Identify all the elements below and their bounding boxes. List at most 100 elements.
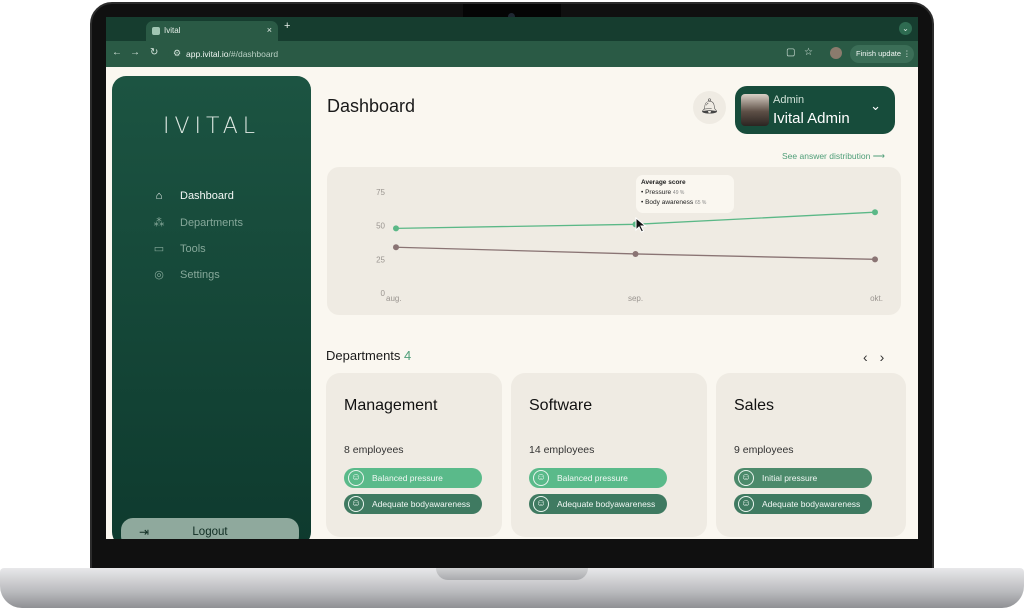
status-badge: ☺ Balanced pressure — [344, 468, 482, 488]
status-label: Adequate bodyawareness — [762, 499, 861, 509]
tab-title: Ivital — [164, 26, 181, 35]
page-title: Dashboard — [327, 96, 416, 116]
browser-tabbar: Ivital × + ⌄ — [106, 17, 918, 41]
home-icon: ⌂ — [155, 190, 163, 202]
status-badge: ☺ Balanced pressure — [529, 468, 667, 488]
favicon-icon — [152, 27, 160, 35]
url-path: /#/dashboard — [228, 49, 279, 59]
back-icon[interactable]: ← — [112, 47, 122, 58]
y-tick-label: 25 — [376, 255, 385, 264]
department-card[interactable]: Sales 9 employees ☺ Initial pressure ☺ Ade… — [716, 373, 906, 537]
mouse-cursor-icon — [635, 217, 647, 233]
user-role: Admin — [773, 94, 805, 106]
departments-icon: ⁂ — [153, 217, 165, 229]
browser-toolbar: ← → ↻ ⚙ app.ivital.io/#/dashboard ▢ ☆ Fi… — [106, 41, 918, 67]
sidebar-item-departments[interactable]: ⁂ Departments — [152, 216, 243, 232]
sidebar-item-label: Tools — [180, 243, 206, 255]
app: IVITAL ⌂ Dashboard ⁂ Departments ▭ Tools ◎ S… — [106, 67, 918, 539]
tooltip-label: Pressure — [645, 189, 672, 196]
settings-icon: ◎ — [154, 269, 164, 281]
ivital-logo: IVITAL — [162, 114, 261, 139]
user-menu[interactable]: Admin Ivital Admin ⌄ — [735, 86, 895, 134]
smiley-icon: ☺ — [348, 496, 364, 512]
new-tab-button[interactable]: + — [284, 20, 290, 32]
reload-icon[interactable]: ↻ — [150, 47, 158, 58]
chart-svg: 0 25 50 75 aug. sep. okt. — [376, 188, 883, 303]
logout-label: Logout — [192, 526, 228, 538]
y-tick-label: 0 — [381, 289, 386, 298]
bookmark-star-icon[interactable]: ☆ — [804, 47, 813, 58]
smiley-icon: ☺ — [738, 470, 754, 486]
status-badge: ☺ Adequate bodyawareness — [734, 494, 872, 514]
avatar — [741, 94, 769, 126]
sidebar-item-label: Dashboard — [180, 190, 234, 202]
tooltip-label: Body awareness — [645, 199, 694, 206]
data-point — [872, 256, 878, 263]
tooltip-row: • Pressure 49 % — [641, 189, 685, 196]
department-name: Management — [344, 397, 438, 414]
employee-count: 14 employees — [529, 444, 595, 456]
smiley-icon: ☺ — [533, 470, 549, 486]
tab-close-icon[interactable]: × — [267, 25, 272, 35]
laptop-lip — [436, 568, 588, 580]
sidebar-item-dashboard[interactable]: ⌂ Dashboard — [152, 190, 234, 206]
cast-icon[interactable]: ▢ — [786, 47, 795, 58]
status-label: Balanced pressure — [372, 473, 443, 483]
status-badge: ☺ Adequate bodyawareness — [344, 494, 482, 514]
sidebar-item-tools[interactable]: ▭ Tools — [152, 242, 206, 258]
answer-distribution-link[interactable]: See answer distribution ⟶ — [782, 151, 885, 162]
carousel-nav: ‹ › — [863, 349, 896, 365]
department-card[interactable]: Software 14 employees ☺ Balanced pressure… — [511, 373, 707, 537]
smiley-icon: ☺ — [348, 470, 364, 486]
tooltip-value: 65 % — [694, 200, 707, 206]
tools-icon: ▭ — [153, 243, 165, 255]
sidebar-item-label: Departments — [180, 217, 243, 229]
logout-button[interactable]: ⇥ Logout — [121, 518, 299, 539]
departments-count: 4 — [404, 348, 412, 363]
finish-update-button[interactable]: Finish update ⋮ — [850, 45, 914, 63]
user-name: Ivital Admin — [773, 110, 850, 127]
sidebar: IVITAL ⌂ Dashboard ⁂ Departments ▭ Tools ◎ S… — [112, 76, 311, 539]
status-label: Initial pressure — [762, 473, 818, 483]
laptop-frame: Ivital × + ⌄ ← → ↻ ⚙ app.ivital.io/#/das… — [0, 0, 1024, 610]
notification-bell-icon[interactable]: 🔔︎ — [693, 91, 726, 124]
answer-distribution-label: See answer distribution — [782, 151, 871, 161]
tooltip-row: • Body awareness 65 % — [641, 199, 707, 206]
departments-title: Departments — [326, 348, 401, 363]
data-point — [393, 244, 399, 251]
screen: Ivital × + ⌄ ← → ↻ ⚙ app.ivital.io/#/das… — [106, 17, 918, 539]
employee-count: 9 employees — [734, 444, 794, 456]
data-point — [632, 250, 639, 257]
x-tick-label: sep. — [628, 294, 643, 303]
department-card[interactable]: Management 8 employees ☺ Balanced pressur… — [326, 373, 502, 537]
chevron-down-icon: ⌄ — [870, 98, 881, 113]
profile-avatar-icon[interactable] — [830, 47, 842, 59]
address-bar[interactable]: ⚙ app.ivital.io/#/dashboard — [168, 45, 808, 63]
finish-update-label: Finish update — [856, 49, 902, 58]
tooltip-value: 49 % — [672, 190, 685, 196]
browser-tab[interactable]: Ivital × — [146, 21, 278, 41]
site-info-icon[interactable]: ⚙ — [173, 48, 181, 59]
smiley-icon: ☺ — [533, 496, 549, 512]
smiley-icon: ☺ — [738, 496, 754, 512]
department-name: Software — [529, 397, 593, 414]
x-tick-label: okt. — [870, 294, 883, 303]
employee-count: 8 employees — [344, 444, 404, 456]
chevron-left-icon[interactable]: ‹ — [863, 349, 868, 365]
chevron-right-icon[interactable]: › — [880, 349, 885, 365]
data-point — [872, 209, 878, 216]
status-label: Balanced pressure — [557, 473, 628, 483]
y-tick-label: 75 — [376, 188, 385, 197]
tooltip-title: Average score — [641, 179, 686, 186]
data-point — [393, 225, 399, 232]
departments-heading: Departments 4 — [326, 348, 411, 363]
status-badge: ☺ Initial pressure — [734, 468, 872, 488]
sidebar-item-label: Settings — [180, 269, 220, 281]
status-label: Adequate bodyawareness — [557, 499, 656, 509]
url-host: app.ivital.io — [186, 49, 229, 59]
x-tick-label: aug. — [386, 294, 402, 303]
sidebar-item-settings[interactable]: ◎ Settings — [152, 268, 220, 284]
status-label: Adequate bodyawareness — [372, 499, 471, 509]
tab-search-button[interactable]: ⌄ — [899, 22, 912, 35]
forward-icon[interactable]: → — [130, 47, 140, 58]
